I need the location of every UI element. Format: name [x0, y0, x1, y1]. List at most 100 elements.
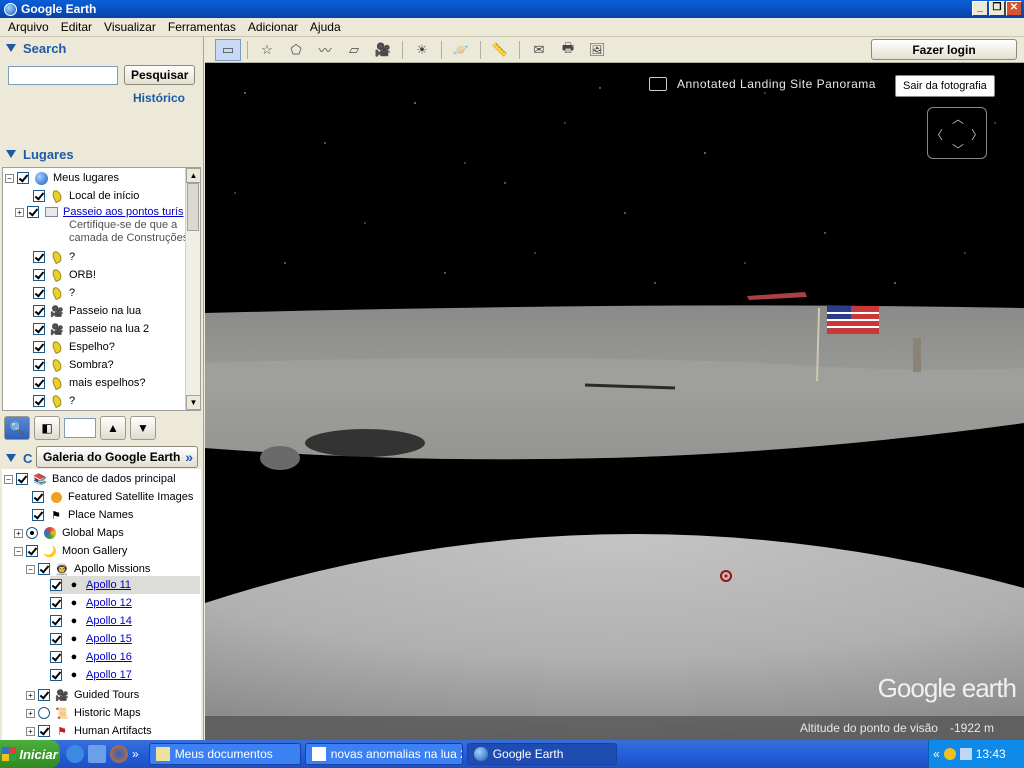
add-placemark-icon[interactable]: ☆	[254, 39, 280, 61]
list-item[interactable]: Featured Satellite Images	[32, 488, 193, 506]
search-input[interactable]	[8, 65, 118, 85]
checkbox[interactable]	[26, 545, 38, 557]
list-item[interactable]: − 📚 Banco de dados principal	[4, 470, 176, 488]
move-down-icon[interactable]: ▼	[130, 416, 156, 440]
list-item[interactable]: Espelho?	[33, 338, 115, 356]
look-up-icon[interactable]: ︿	[952, 110, 964, 127]
checkbox[interactable]	[50, 669, 62, 681]
checkbox[interactable]	[38, 725, 50, 737]
places-panel-header[interactable]: Lugares	[0, 143, 74, 165]
save-image-icon[interactable]: 🖼	[584, 39, 610, 61]
checkbox[interactable]	[17, 172, 29, 184]
sidebar-toggle-icon[interactable]: ▭	[215, 38, 241, 61]
planets-icon[interactable]: 🪐	[448, 39, 474, 61]
minimize-button[interactable]: _	[972, 1, 988, 16]
add-overlay-icon[interactable]: ▱	[341, 39, 367, 61]
search-places-icon[interactable]: 🔍	[4, 416, 30, 440]
task-google-earth[interactable]: Google Earth	[466, 743, 617, 765]
list-item[interactable]: + ⚑ Human Artifacts	[26, 722, 152, 740]
print-icon[interactable]: 🖶	[555, 39, 581, 61]
list-item[interactable]: + Global Maps	[14, 524, 124, 542]
checkbox[interactable]	[32, 491, 44, 503]
scroll-down-icon[interactable]: ▼	[186, 395, 200, 410]
checkbox[interactable]	[50, 615, 62, 627]
layers-panel-header[interactable]: C	[0, 447, 32, 469]
expand-icon[interactable]: +	[26, 690, 35, 700]
list-item[interactable]: ?	[33, 284, 75, 302]
network-icon[interactable]	[959, 748, 972, 760]
more-chevron-icon[interactable]: »	[132, 747, 139, 761]
record-tour-icon[interactable]: 🎥	[370, 39, 396, 61]
list-item[interactable]: 🎥 Passeio na lua	[33, 302, 141, 320]
task-my-documents[interactable]: Meus documentos	[148, 743, 301, 765]
checkbox[interactable]	[33, 269, 45, 281]
item-link[interactable]: Apollo 16	[86, 651, 132, 663]
tray-app-icon[interactable]	[943, 748, 956, 760]
checkbox[interactable]	[50, 597, 62, 609]
list-item[interactable]: + 🎥 Guided Tours	[26, 686, 139, 704]
expand-icon[interactable]: +	[14, 528, 23, 538]
close-button[interactable]: ✕	[1006, 1, 1022, 16]
task-browser[interactable]: novas anomalias na lua 2...	[304, 743, 463, 765]
checkbox[interactable]	[50, 633, 62, 645]
scroll-thumb[interactable]	[187, 183, 199, 231]
checkbox[interactable]	[27, 206, 39, 218]
list-item[interactable]: ?	[33, 392, 75, 410]
checkbox[interactable]	[33, 341, 45, 353]
tray-expand-icon[interactable]: «	[933, 747, 940, 761]
checkbox[interactable]	[50, 651, 62, 663]
item-link[interactable]: Apollo 12	[86, 597, 132, 609]
list-item[interactable]: ● Apollo 14	[50, 612, 132, 630]
look-left-icon[interactable]: 〈	[931, 126, 943, 143]
collapse-icon[interactable]: −	[14, 546, 23, 556]
list-item[interactable]: ● Apollo 17	[50, 666, 132, 684]
ie-icon[interactable]	[66, 745, 84, 763]
move-up-icon[interactable]: ▲	[100, 416, 126, 440]
expand-icon[interactable]: +	[26, 708, 35, 718]
radio[interactable]	[38, 707, 50, 719]
add-path-icon[interactable]: 〰	[312, 39, 338, 61]
explorer-icon[interactable]	[88, 745, 106, 763]
list-item[interactable]: ?	[33, 248, 75, 266]
list-item[interactable]: − Meus lugares	[5, 169, 119, 187]
login-button[interactable]: Fazer login	[871, 39, 1017, 60]
checkbox[interactable]	[33, 305, 45, 317]
list-item[interactable]: ● Apollo 16	[50, 648, 132, 666]
look-down-icon[interactable]: ﹀	[952, 141, 964, 158]
menu-ferramentas[interactable]: Ferramentas	[162, 20, 242, 34]
list-item[interactable]: 🎥 passeio na lua 2	[33, 320, 149, 338]
list-item[interactable]: + 📜 Historic Maps	[26, 704, 141, 722]
radio[interactable]	[26, 527, 38, 539]
places-filter-field[interactable]	[64, 418, 96, 438]
list-item[interactable]: − 🌙 Moon Gallery	[14, 542, 127, 560]
sunlight-icon[interactable]: ☀	[409, 39, 435, 61]
checkbox[interactable]	[33, 190, 45, 202]
list-item[interactable]: Sombra?	[33, 356, 114, 374]
scroll-up-icon[interactable]: ▲	[186, 168, 200, 183]
list-item-selected[interactable]: ● Apollo 11	[50, 576, 200, 594]
checkbox[interactable]	[32, 509, 44, 521]
exit-photo-button[interactable]: Sair da fotografia	[895, 75, 995, 97]
checkbox[interactable]	[33, 359, 45, 371]
ruler-icon[interactable]: 📏	[487, 39, 513, 61]
checkbox[interactable]	[16, 473, 28, 485]
item-link[interactable]: Apollo 15	[86, 633, 132, 645]
list-item[interactable]: ● Apollo 15	[50, 630, 132, 648]
list-item[interactable]: ⚑ Place Names	[32, 506, 133, 524]
collapse-icon[interactable]: −	[26, 564, 35, 574]
list-item[interactable]: ● Apollo 12	[50, 594, 132, 612]
checkbox[interactable]	[38, 563, 50, 575]
panel-toggle-icon[interactable]: ◧	[34, 416, 60, 440]
menu-editar[interactable]: Editar	[55, 20, 98, 34]
collapse-icon[interactable]: −	[4, 474, 13, 484]
expand-icon[interactable]: +	[26, 726, 35, 736]
start-button[interactable]: Iniciar	[0, 740, 60, 768]
maximize-button[interactable]: ❐	[989, 1, 1005, 16]
look-right-icon[interactable]: 〉	[971, 126, 983, 143]
history-link[interactable]: Histórico	[0, 91, 203, 105]
add-polygon-icon[interactable]: ⬠	[283, 39, 309, 61]
checkbox[interactable]	[33, 251, 45, 263]
collapse-icon[interactable]: −	[5, 173, 14, 183]
menu-adicionar[interactable]: Adicionar	[242, 20, 304, 34]
checkbox[interactable]	[38, 689, 50, 701]
